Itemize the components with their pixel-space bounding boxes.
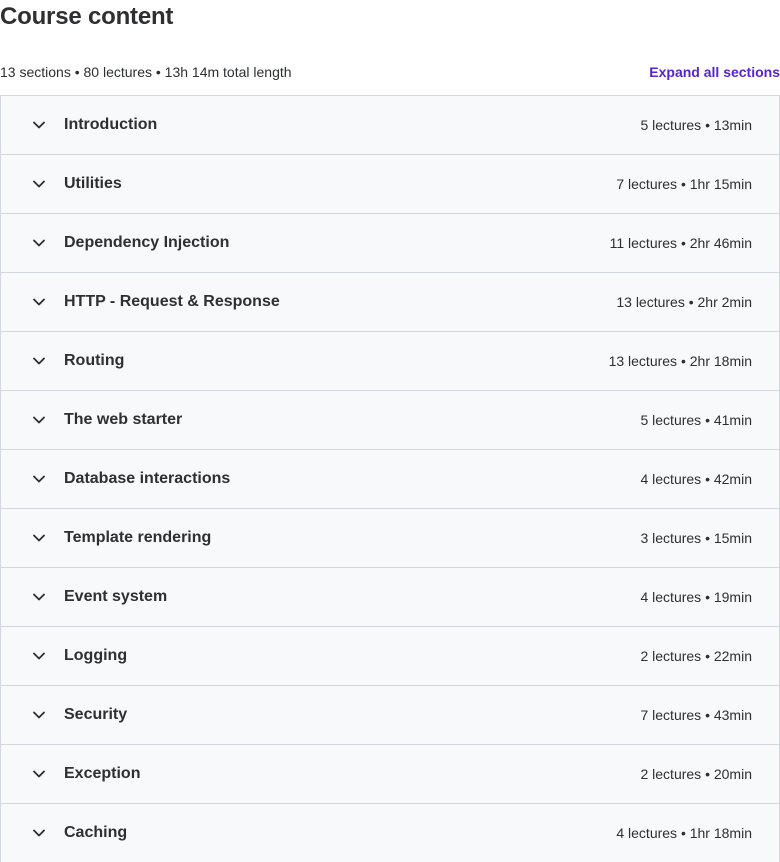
- section-title: Caching: [64, 824, 128, 841]
- section-info: 4 lectures • 42min: [640, 471, 752, 487]
- section-row-introduction[interactable]: Introduction 5 lectures • 13min: [1, 96, 779, 155]
- section-title: Utilities: [64, 175, 122, 192]
- section-info: 13 lectures • 2hr 2min: [616, 294, 752, 310]
- section-info: 3 lectures • 15min: [640, 530, 752, 546]
- section-row-caching[interactable]: Caching 4 lectures • 1hr 18min: [1, 804, 779, 862]
- section-info: 5 lectures • 41min: [640, 412, 752, 428]
- section-info: 4 lectures • 19min: [640, 589, 752, 605]
- chevron-down-icon: [31, 235, 47, 251]
- section-info: 2 lectures • 20min: [640, 766, 752, 782]
- section-row-routing[interactable]: Routing 13 lectures • 2hr 18min: [1, 332, 779, 391]
- course-content-panel: Course content 13 sections • 80 lectures…: [0, 0, 780, 862]
- section-title: Security: [64, 706, 128, 723]
- section-title: Database interactions: [64, 470, 231, 487]
- section-title: Event system: [64, 588, 168, 605]
- section-row-http-request-response[interactable]: HTTP - Request & Response 13 lectures • …: [1, 273, 779, 332]
- section-row-template-rendering[interactable]: Template rendering 3 lectures • 15min: [1, 509, 779, 568]
- chevron-down-icon: [31, 766, 47, 782]
- section-info: 2 lectures • 22min: [640, 648, 752, 664]
- section-title: Dependency Injection: [64, 234, 230, 251]
- chevron-down-icon: [31, 176, 47, 192]
- section-row-exception[interactable]: Exception 2 lectures • 20min: [1, 745, 779, 804]
- expand-all-sections-button[interactable]: Expand all sections: [649, 64, 780, 80]
- section-title: Introduction: [64, 116, 158, 133]
- course-summary-row: 13 sections • 80 lectures • 13h 14m tota…: [0, 60, 780, 84]
- section-info: 11 lectures • 2hr 46min: [609, 235, 752, 251]
- section-row-event-system[interactable]: Event system 4 lectures • 19min: [1, 568, 779, 627]
- section-row-security[interactable]: Security 7 lectures • 43min: [1, 686, 779, 745]
- section-info: 7 lectures • 43min: [640, 707, 752, 723]
- chevron-down-icon: [31, 825, 47, 841]
- section-row-utilities[interactable]: Utilities 7 lectures • 1hr 15min: [1, 155, 779, 214]
- page-title: Course content: [0, 3, 174, 30]
- section-row-dependency-injection[interactable]: Dependency Injection 11 lectures • 2hr 4…: [1, 214, 779, 273]
- section-title: Template rendering: [64, 529, 212, 546]
- section-title: Exception: [64, 765, 141, 782]
- chevron-down-icon: [31, 530, 47, 546]
- chevron-down-icon: [31, 353, 47, 369]
- chevron-down-icon: [31, 707, 47, 723]
- section-info: 4 lectures • 1hr 18min: [616, 825, 752, 841]
- chevron-down-icon: [31, 294, 47, 310]
- chevron-down-icon: [31, 117, 47, 133]
- section-row-database-interactions[interactable]: Database interactions 4 lectures • 42min: [1, 450, 779, 509]
- section-title: The web starter: [64, 411, 183, 428]
- section-list: Introduction 5 lectures • 13min Utilitie…: [0, 95, 780, 862]
- section-row-web-starter[interactable]: The web starter 5 lectures • 41min: [1, 391, 779, 450]
- chevron-down-icon: [31, 471, 47, 487]
- chevron-down-icon: [31, 412, 47, 428]
- section-info: 5 lectures • 13min: [640, 117, 752, 133]
- section-info: 13 lectures • 2hr 18min: [608, 353, 752, 369]
- section-title: Logging: [64, 647, 128, 664]
- chevron-down-icon: [31, 589, 47, 605]
- section-title: Routing: [64, 352, 125, 369]
- section-row-logging[interactable]: Logging 2 lectures • 22min: [1, 627, 779, 686]
- course-summary: 13 sections • 80 lectures • 13h 14m tota…: [0, 64, 292, 80]
- section-info: 7 lectures • 1hr 15min: [616, 176, 752, 192]
- section-title: HTTP - Request & Response: [64, 293, 280, 310]
- chevron-down-icon: [31, 648, 47, 664]
